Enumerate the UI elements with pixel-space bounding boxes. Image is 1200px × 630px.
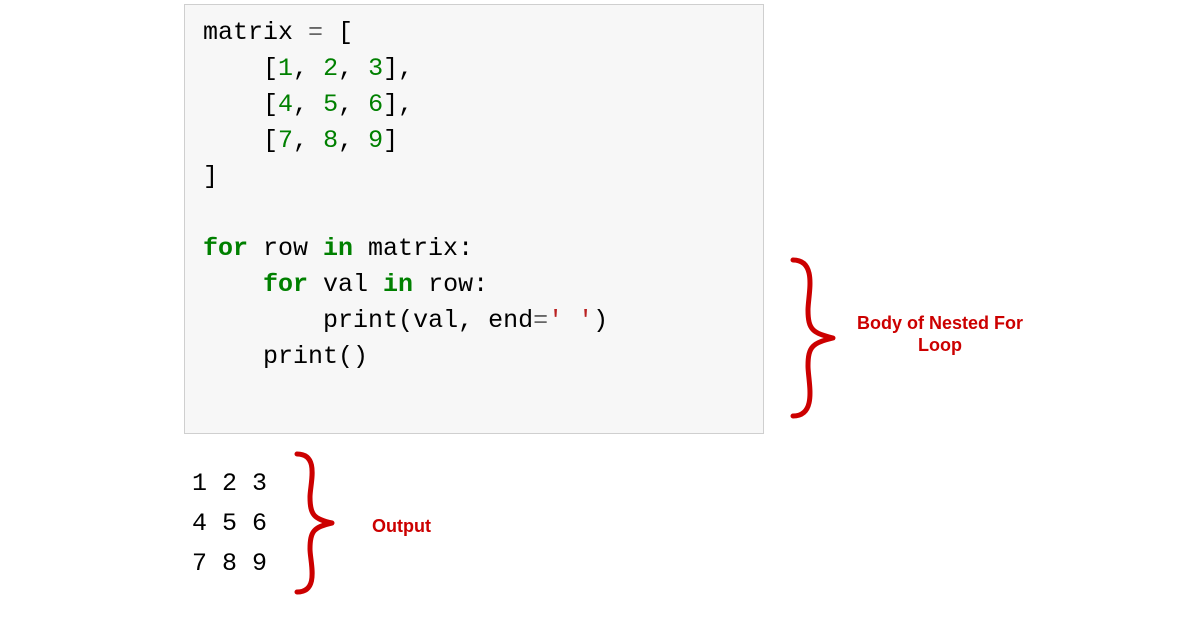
code-block: matrix = [ [1, 2, 3], [4, 5, 6], [7, 8, … <box>184 4 764 434</box>
brace-output-icon <box>292 449 337 597</box>
code-line: ] <box>203 162 218 191</box>
code-line: for val in row: <box>203 270 488 299</box>
output-label: Output <box>372 515 431 537</box>
body-label: Body of Nested For Loop <box>850 312 1030 356</box>
output-row: 1 2 3 <box>192 469 267 498</box>
code-line: print() <box>203 342 368 371</box>
code-line: matrix = [ <box>203 18 353 47</box>
code-line: [4, 5, 6], <box>203 90 413 119</box>
code-line: [1, 2, 3], <box>203 54 413 83</box>
code-line: [7, 8, 9] <box>203 126 398 155</box>
output-row: 7 8 9 <box>192 549 267 578</box>
output-block: 1 2 3 4 5 6 7 8 9 <box>192 464 267 584</box>
code-line: print(val, end=' ') <box>203 306 608 335</box>
output-row: 4 5 6 <box>192 509 267 538</box>
code-line: for row in matrix: <box>203 234 473 263</box>
brace-body-icon <box>788 255 838 421</box>
